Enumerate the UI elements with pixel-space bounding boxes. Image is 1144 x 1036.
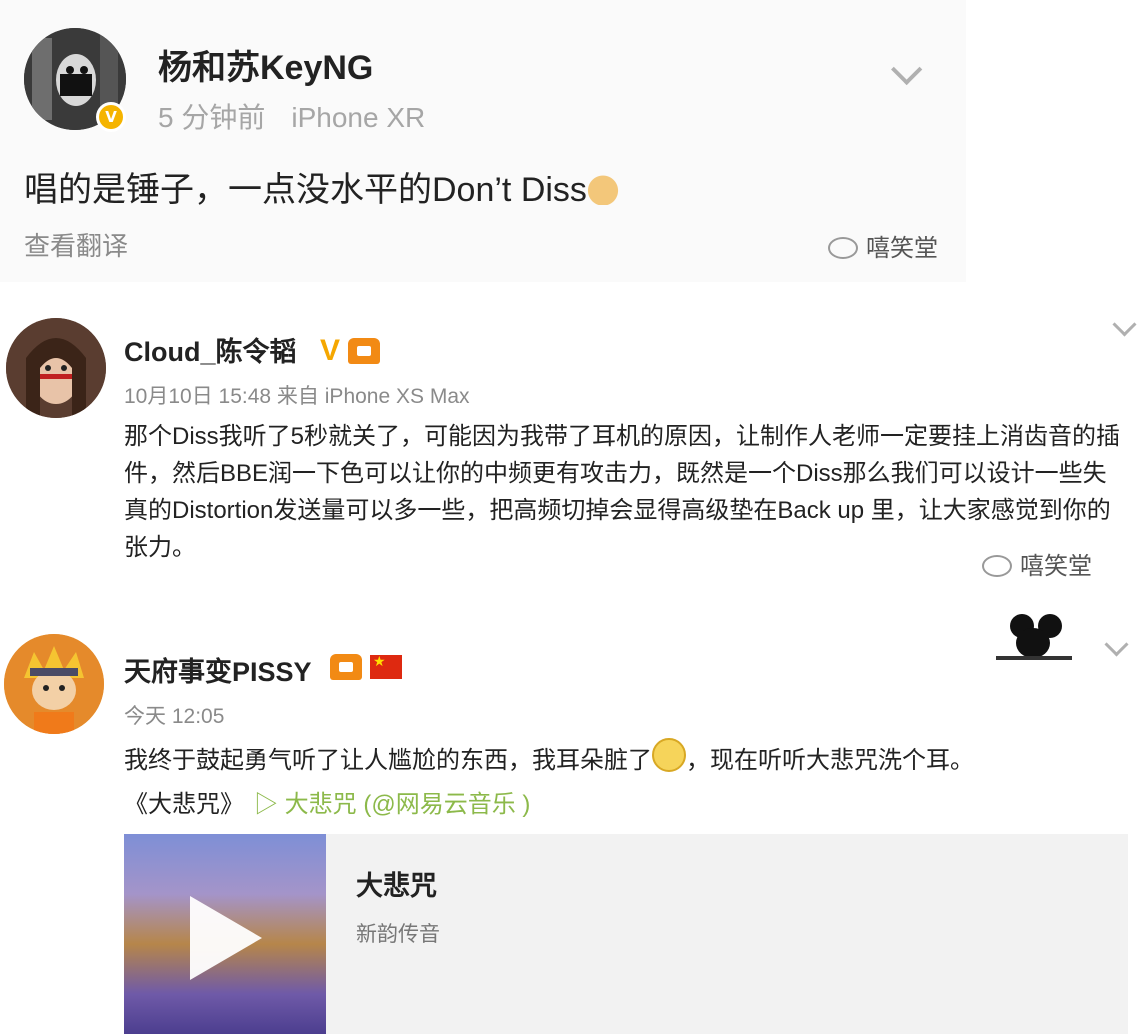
mickey-sticker-icon (996, 614, 1072, 664)
watermark-text: 嘻笑堂 (1020, 553, 1092, 580)
post-body-text-2: ，现在听听大悲咒洗个耳。 (686, 747, 974, 774)
watermark-text: 嘻笑堂 (866, 235, 938, 262)
user-badges (330, 654, 402, 680)
username[interactable]: 天府事变PISSY (124, 650, 312, 689)
victory-hand-icon (586, 169, 619, 205)
china-flag-icon (370, 654, 402, 679)
chevron-down-icon[interactable] (890, 58, 921, 89)
play-icon[interactable] (190, 896, 262, 980)
user-badges: V (320, 334, 381, 368)
wechat-icon (982, 555, 1012, 577)
music-link-row: 《大悲咒》 ▷ 大悲咒 (@网易云音乐 ) (124, 784, 530, 819)
watermark: 嘻笑堂 (828, 228, 938, 263)
chevron-down-icon[interactable] (1112, 316, 1136, 340)
avatar-pissy[interactable] (4, 634, 104, 734)
post-cloud: Cloud_陈令韬 V 10月10日 15:48 来自 iPhone XS Ma… (0, 300, 1144, 600)
username[interactable]: Cloud_陈令韬 (124, 330, 297, 369)
post-time: 5 分钟前 (158, 102, 266, 133)
song-title: 大悲咒 (356, 871, 437, 901)
avatar-cloud[interactable] (6, 318, 106, 418)
post-meta: 5 分钟前 iPhone XR (158, 96, 425, 136)
translate-link[interactable]: 查看翻译 (24, 226, 128, 263)
chevron-down-icon[interactable] (1104, 636, 1128, 660)
post-meta: 10月10日 15:48 来自 iPhone XS Max (124, 385, 470, 408)
verified-badge-icon: V (96, 102, 126, 132)
music-play-link[interactable]: ▷ 大悲咒 (@网易云音乐 ) (254, 791, 530, 818)
post-pissy: 天府事变PISSY 今天 12:05 我终于鼓起勇气听了让人尴尬的东西，我耳朵脏… (0, 612, 1144, 1036)
post-keyng: V 杨和苏KeyNG 5 分钟前 iPhone XR 唱的是锤子，一点没水平的Do… (0, 0, 966, 282)
music-link-title: 《大悲咒》 (124, 791, 244, 818)
member-crown-icon (348, 338, 381, 364)
member-crown-icon (330, 654, 362, 680)
music-card[interactable]: 大悲咒 新韵传音 (124, 834, 1128, 1034)
wechat-icon (828, 237, 858, 259)
post-body: 那个Diss我听了5秒就关了，可能因为我带了耳机的原因，让制作人老师一定要挂上消… (124, 423, 1121, 561)
song-artist: 新韵传音 (356, 923, 440, 946)
post-body-text: 唱的是锤子，一点没水平的Don’t Diss (24, 171, 587, 209)
thinking-face-icon (652, 738, 686, 772)
verified-v-icon: V (320, 334, 341, 367)
post-body: 唱的是锤子，一点没水平的Don’t Diss (24, 162, 619, 211)
post-device: iPhone XR (291, 102, 426, 133)
post-time: 今天 12:05 (124, 705, 225, 728)
post-body: 我终于鼓起勇气听了让人尴尬的东西，我耳朵脏了 ，现在听听大悲咒洗个耳。 (124, 738, 1134, 779)
album-cover[interactable] (124, 834, 326, 1034)
watermark: 嘻笑堂 (982, 546, 1092, 581)
username[interactable]: 杨和苏KeyNG (158, 40, 373, 89)
post-body-text: 我终于鼓起勇气听了让人尴尬的东西，我耳朵脏了 (124, 747, 652, 774)
